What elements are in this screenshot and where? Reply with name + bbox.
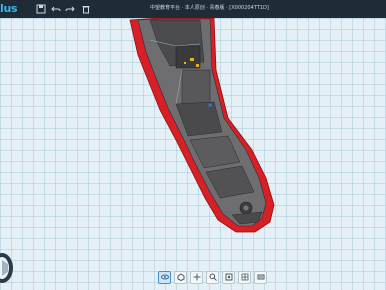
ship-model[interactable] [0, 18, 386, 290]
marker-yellow [196, 64, 199, 67]
turret-center [243, 205, 249, 211]
3d-viewport[interactable] [0, 18, 386, 290]
undo-icon[interactable] [50, 3, 62, 15]
marker-yellow [190, 58, 194, 61]
view-settings-icon[interactable] [254, 270, 267, 284]
render-mode-icon[interactable] [174, 270, 187, 284]
view-orientation-icon[interactable] [158, 270, 171, 284]
marker-yellow [184, 62, 186, 64]
redo-icon[interactable] [64, 3, 76, 15]
grid-toggle-icon[interactable] [238, 270, 251, 284]
zoom-icon[interactable] [206, 270, 219, 284]
delete-icon[interactable] [80, 3, 92, 15]
bottom-toolbar [158, 270, 267, 284]
selection-point[interactable] [208, 103, 212, 107]
save-icon[interactable] [35, 3, 47, 15]
zoom-fit-icon[interactable] [222, 270, 235, 284]
pan-icon[interactable] [190, 270, 203, 284]
title-bar: lus 中望教育平台 · 本人原创 · 青春版 · [X000204TT1D] [0, 0, 386, 18]
app-logo: lus [0, 2, 18, 15]
document-title: 中望教育平台 · 本人原创 · 青春版 · [X000204TT1D] [150, 5, 269, 11]
mid-block [181, 69, 211, 105]
view-cube[interactable] [0, 250, 14, 286]
